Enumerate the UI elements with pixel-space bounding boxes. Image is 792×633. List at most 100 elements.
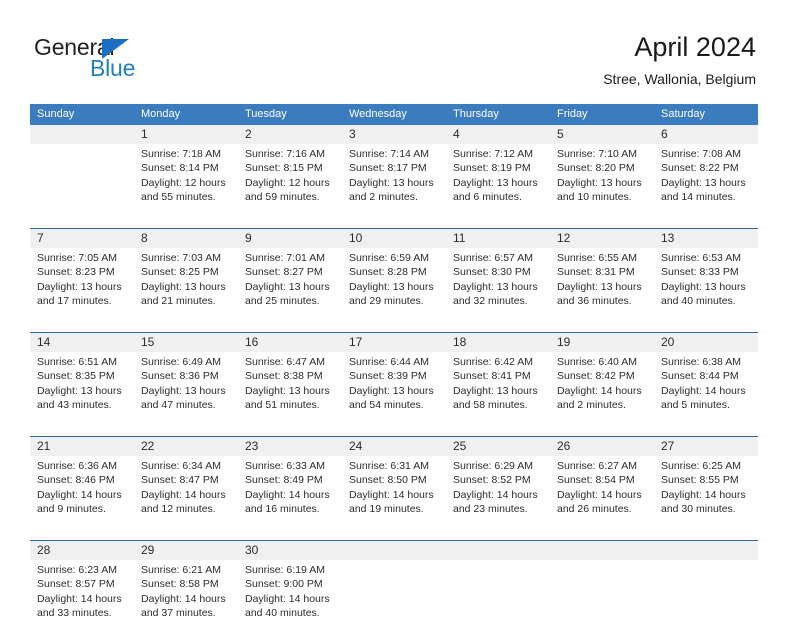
day-cell[interactable]: Sunrise: 6:33 AM Sunset: 8:49 PM Dayligh… <box>238 456 342 529</box>
day-number[interactable]: 14 <box>30 333 134 352</box>
day-number[interactable]: 9 <box>238 229 342 248</box>
day-number[interactable] <box>654 541 758 560</box>
day-cell[interactable]: Sunrise: 6:23 AM Sunset: 8:57 PM Dayligh… <box>30 560 134 633</box>
day-cell[interactable] <box>550 560 654 633</box>
day-cell[interactable]: Sunrise: 7:08 AM Sunset: 8:22 PM Dayligh… <box>654 144 758 217</box>
day-number[interactable]: 4 <box>446 125 550 144</box>
day-cell[interactable] <box>342 560 446 633</box>
day-cell[interactable]: Sunrise: 7:01 AM Sunset: 8:27 PM Dayligh… <box>238 248 342 321</box>
day-cell[interactable]: Sunrise: 6:53 AM Sunset: 8:33 PM Dayligh… <box>654 248 758 321</box>
sunrise-text: Sunrise: 6:29 AM <box>453 460 533 472</box>
day-cell[interactable]: Sunrise: 6:57 AM Sunset: 8:30 PM Dayligh… <box>446 248 550 321</box>
day-cell[interactable]: Sunrise: 6:21 AM Sunset: 8:58 PM Dayligh… <box>134 560 238 633</box>
day-number[interactable]: 23 <box>238 437 342 456</box>
day-cell[interactable]: Sunrise: 6:38 AM Sunset: 8:44 PM Dayligh… <box>654 352 758 425</box>
day-number[interactable]: 10 <box>342 229 446 248</box>
day-number[interactable]: 15 <box>134 333 238 352</box>
day-number[interactable]: 21 <box>30 437 134 456</box>
day-cell[interactable]: Sunrise: 6:59 AM Sunset: 8:28 PM Dayligh… <box>342 248 446 321</box>
day-number[interactable] <box>550 541 654 560</box>
sunset-text: Sunset: 8:52 PM <box>453 474 531 487</box>
sunrise-text: Sunrise: 6:38 AM <box>661 356 741 368</box>
day-cell[interactable]: Sunrise: 6:19 AM Sunset: 9:00 PM Dayligh… <box>238 560 342 633</box>
day-cell[interactable]: Sunrise: 7:12 AM Sunset: 8:19 PM Dayligh… <box>446 144 550 217</box>
day-cell[interactable]: Sunrise: 6:34 AM Sunset: 8:47 PM Dayligh… <box>134 456 238 529</box>
sunset-text: Sunset: 8:30 PM <box>453 266 531 279</box>
daylight-text-line2: and 19 minutes. <box>349 503 424 516</box>
day-number[interactable]: 18 <box>446 333 550 352</box>
day-number[interactable]: 27 <box>654 437 758 456</box>
daylight-text-line2: and 23 minutes. <box>453 503 528 516</box>
day-cell[interactable] <box>654 560 758 633</box>
daylight-text-line1: Daylight: 13 hours <box>141 384 226 397</box>
daylight-text-line1: Daylight: 13 hours <box>349 176 434 189</box>
day-number[interactable]: 28 <box>30 541 134 560</box>
day-number[interactable]: 19 <box>550 333 654 352</box>
daylight-text-line1: Daylight: 14 hours <box>141 592 226 605</box>
day-cell[interactable]: Sunrise: 7:05 AM Sunset: 8:23 PM Dayligh… <box>30 248 134 321</box>
day-cell[interactable]: Sunrise: 6:42 AM Sunset: 8:41 PM Dayligh… <box>446 352 550 425</box>
brand-logo[interactable]: General Blue <box>34 34 214 86</box>
weekday-header-wednesday: Wednesday <box>349 108 407 120</box>
day-details-band: Sunrise: 6:23 AM Sunset: 8:57 PM Dayligh… <box>30 560 758 633</box>
sunset-text: Sunset: 8:25 PM <box>141 266 219 279</box>
day-cell[interactable]: Sunrise: 6:25 AM Sunset: 8:55 PM Dayligh… <box>654 456 758 529</box>
day-number[interactable]: 29 <box>134 541 238 560</box>
sunset-text: Sunset: 8:47 PM <box>141 474 219 487</box>
day-number[interactable] <box>342 541 446 560</box>
daylight-text-line1: Daylight: 13 hours <box>557 176 642 189</box>
weekday-header-friday: Friday <box>557 108 588 120</box>
day-cell[interactable]: Sunrise: 6:40 AM Sunset: 8:42 PM Dayligh… <box>550 352 654 425</box>
day-cell[interactable]: Sunrise: 7:18 AM Sunset: 8:14 PM Dayligh… <box>134 144 238 217</box>
day-cell[interactable] <box>30 144 134 217</box>
daylight-text-line2: and 32 minutes. <box>453 295 528 308</box>
day-cell[interactable]: Sunrise: 6:36 AM Sunset: 8:46 PM Dayligh… <box>30 456 134 529</box>
weekday-header-thursday: Thursday <box>453 108 499 120</box>
day-cell[interactable]: Sunrise: 7:14 AM Sunset: 8:17 PM Dayligh… <box>342 144 446 217</box>
day-number[interactable]: 5 <box>550 125 654 144</box>
daylight-text-line2: and 33 minutes. <box>37 607 112 620</box>
day-cell[interactable]: Sunrise: 6:27 AM Sunset: 8:54 PM Dayligh… <box>550 456 654 529</box>
day-number[interactable]: 1 <box>134 125 238 144</box>
day-number[interactable]: 30 <box>238 541 342 560</box>
day-number[interactable]: 7 <box>30 229 134 248</box>
daylight-text-line2: and 17 minutes. <box>37 295 112 308</box>
day-cell[interactable]: Sunrise: 6:44 AM Sunset: 8:39 PM Dayligh… <box>342 352 446 425</box>
day-number[interactable]: 16 <box>238 333 342 352</box>
day-number[interactable] <box>446 541 550 560</box>
day-number[interactable]: 25 <box>446 437 550 456</box>
daylight-text-line2: and 14 minutes. <box>661 191 736 204</box>
day-cell[interactable]: Sunrise: 7:10 AM Sunset: 8:20 PM Dayligh… <box>550 144 654 217</box>
day-cell[interactable]: Sunrise: 6:55 AM Sunset: 8:31 PM Dayligh… <box>550 248 654 321</box>
day-number[interactable]: 12 <box>550 229 654 248</box>
daylight-text-line1: Daylight: 14 hours <box>245 488 330 501</box>
day-cell[interactable]: Sunrise: 6:29 AM Sunset: 8:52 PM Dayligh… <box>446 456 550 529</box>
day-number[interactable]: 8 <box>134 229 238 248</box>
sunset-text: Sunset: 8:15 PM <box>245 162 323 175</box>
day-number[interactable]: 24 <box>342 437 446 456</box>
sunrise-text: Sunrise: 6:23 AM <box>37 564 117 576</box>
daylight-text-line2: and 21 minutes. <box>141 295 216 308</box>
day-number[interactable]: 2 <box>238 125 342 144</box>
day-number[interactable]: 3 <box>342 125 446 144</box>
sunset-text: Sunset: 8:55 PM <box>661 474 739 487</box>
day-cell[interactable]: Sunrise: 6:49 AM Sunset: 8:36 PM Dayligh… <box>134 352 238 425</box>
day-cell[interactable] <box>446 560 550 633</box>
day-number[interactable]: 13 <box>654 229 758 248</box>
day-number[interactable] <box>30 125 134 144</box>
day-number[interactable]: 6 <box>654 125 758 144</box>
day-number[interactable]: 20 <box>654 333 758 352</box>
day-cell[interactable]: Sunrise: 7:03 AM Sunset: 8:25 PM Dayligh… <box>134 248 238 321</box>
sunrise-text: Sunrise: 6:40 AM <box>557 356 637 368</box>
day-cell[interactable]: Sunrise: 6:47 AM Sunset: 8:38 PM Dayligh… <box>238 352 342 425</box>
daylight-text-line2: and 54 minutes. <box>349 399 424 412</box>
sunset-text: Sunset: 8:35 PM <box>37 370 115 383</box>
day-number[interactable]: 11 <box>446 229 550 248</box>
day-number[interactable]: 26 <box>550 437 654 456</box>
day-number[interactable]: 22 <box>134 437 238 456</box>
sunset-text: Sunset: 9:00 PM <box>245 578 323 591</box>
day-cell[interactable]: Sunrise: 7:16 AM Sunset: 8:15 PM Dayligh… <box>238 144 342 217</box>
day-number[interactable]: 17 <box>342 333 446 352</box>
day-cell[interactable]: Sunrise: 6:51 AM Sunset: 8:35 PM Dayligh… <box>30 352 134 425</box>
day-cell[interactable]: Sunrise: 6:31 AM Sunset: 8:50 PM Dayligh… <box>342 456 446 529</box>
